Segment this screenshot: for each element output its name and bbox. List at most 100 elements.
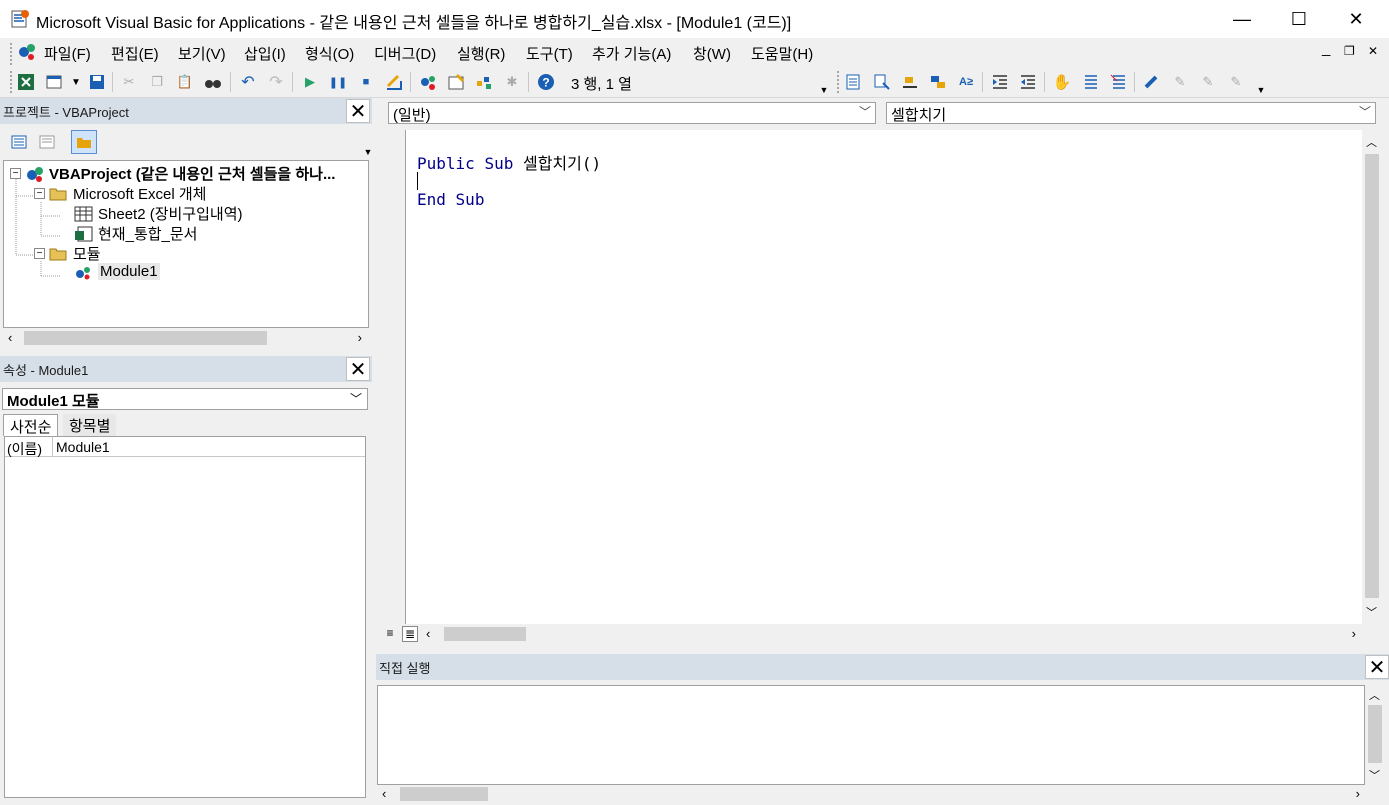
parameter-info-icon[interactable]: [928, 72, 948, 92]
properties-window-icon[interactable]: [446, 72, 466, 92]
scroll-left-icon[interactable]: ‹: [426, 626, 430, 641]
view-code-icon[interactable]: [9, 132, 29, 152]
previous-bookmark-icon[interactable]: ✎: [1198, 72, 1218, 92]
find-icon[interactable]: [203, 72, 223, 92]
toolbar-overflow-icon[interactable]: ▼: [814, 80, 834, 100]
code-editor[interactable]: Public Sub 셀합치기() End Sub: [406, 130, 1362, 624]
save-icon[interactable]: [87, 72, 107, 92]
scroll-up-icon[interactable]: ︿: [1366, 134, 1377, 150]
list-properties-icon[interactable]: [844, 72, 864, 92]
uncomment-block-icon[interactable]: [1108, 72, 1128, 92]
edit-toolbar-grip[interactable]: [836, 70, 840, 94]
edit-toolbar-overflow-icon[interactable]: ▼: [1251, 80, 1271, 100]
tree-item-vbaproject[interactable]: − VBAProject (같은 내용인 근처 셀들을 하나...: [10, 163, 335, 184]
menu-view[interactable]: 보기(V): [178, 43, 226, 64]
scroll-left-icon[interactable]: ‹: [8, 330, 12, 345]
scroll-down-icon[interactable]: ﹀: [1369, 767, 1380, 783]
menu-window[interactable]: 창(W): [693, 43, 731, 64]
procedure-combo[interactable]: 셀합치기 ﹀: [886, 102, 1376, 124]
menu-edit[interactable]: 편집(E): [111, 43, 159, 64]
clear-bookmarks-icon[interactable]: ✎: [1226, 72, 1246, 92]
object-select[interactable]: Module1 모듈 ﹀: [2, 388, 368, 410]
menu-help[interactable]: 도움말(H): [751, 43, 813, 64]
object-browser-icon[interactable]: [474, 72, 494, 92]
view-excel-icon[interactable]: [16, 72, 36, 92]
scroll-down-icon[interactable]: ﹀: [1366, 604, 1377, 620]
help-icon[interactable]: ?: [536, 72, 556, 92]
menu-insert[interactable]: 삽입(I): [244, 43, 286, 64]
next-bookmark-icon[interactable]: ✎: [1170, 72, 1190, 92]
scroll-right-icon[interactable]: ›: [1352, 626, 1356, 641]
properties-close-button[interactable]: ✕: [346, 357, 370, 381]
immediate-vscrollbar[interactable]: ︿ ﹀: [1365, 685, 1385, 785]
tab-categorized[interactable]: 항목별: [63, 414, 117, 436]
toolbar-grip[interactable]: [9, 70, 13, 94]
close-button[interactable]: ✕: [1333, 0, 1379, 38]
collapse-icon[interactable]: −: [34, 248, 45, 259]
code-line-3[interactable]: End Sub: [417, 190, 484, 209]
immediate-hscrollbar[interactable]: ‹ ›: [378, 785, 1366, 803]
toggle-breakpoint-icon[interactable]: ✋: [1052, 72, 1072, 92]
project-close-button[interactable]: ✕: [346, 99, 370, 123]
menu-debug[interactable]: 디버그(D): [374, 43, 436, 64]
comment-block-icon[interactable]: [1080, 72, 1100, 92]
tree-item-workbook[interactable]: 현재_통합_문서: [74, 223, 198, 244]
complete-word-icon[interactable]: A≥: [956, 72, 976, 92]
code-vscrollbar[interactable]: ︿ ﹀: [1362, 130, 1382, 624]
menu-format[interactable]: 형식(O): [305, 43, 354, 64]
scroll-thumb[interactable]: [400, 787, 488, 801]
toggle-bookmark-icon[interactable]: [1142, 72, 1162, 92]
outdent-icon[interactable]: [1018, 72, 1038, 92]
immediate-close-button[interactable]: ✕: [1365, 655, 1389, 679]
menu-run[interactable]: 실행(R): [457, 43, 505, 64]
scroll-thumb[interactable]: [24, 331, 267, 345]
quick-info-icon[interactable]: [900, 72, 920, 92]
design-mode-icon[interactable]: [384, 72, 404, 92]
undo-icon[interactable]: ↶: [238, 72, 258, 92]
tree-item-sheet2[interactable]: Sheet2 (장비구입내역): [74, 203, 243, 224]
menu-addins[interactable]: 추가 기능(A): [592, 43, 671, 64]
break-icon[interactable]: ❚❚: [328, 72, 348, 92]
menu-file[interactable]: 파일(F): [44, 43, 91, 64]
scroll-right-icon[interactable]: ›: [1356, 786, 1360, 801]
procedure-view-icon[interactable]: ≡: [382, 626, 398, 642]
code-hscrollbar[interactable]: ‹ ›: [422, 625, 1362, 643]
copy-icon[interactable]: ❐: [147, 72, 167, 92]
project-toolbar-overflow-icon[interactable]: ▼: [358, 142, 378, 162]
mdi-minimize-button[interactable]: _: [1322, 40, 1330, 57]
paste-icon[interactable]: 📋: [175, 72, 195, 92]
menubar-grip[interactable]: [9, 42, 13, 66]
insert-userform-icon[interactable]: [44, 72, 64, 92]
reset-icon[interactable]: ■: [356, 72, 376, 92]
collapse-icon[interactable]: −: [34, 188, 45, 199]
maximize-button[interactable]: ☐: [1276, 0, 1322, 38]
scroll-thumb[interactable]: [1365, 154, 1379, 598]
scroll-up-icon[interactable]: ︿: [1369, 687, 1380, 703]
property-row[interactable]: (이름) Module1: [5, 437, 365, 457]
tab-alphabetic[interactable]: 사전순: [3, 414, 59, 436]
redo-icon[interactable]: ↷: [266, 72, 286, 92]
minimize-button[interactable]: —: [1219, 0, 1265, 38]
tree-item-excel-objects[interactable]: − Microsoft Excel 개체: [34, 183, 206, 204]
indent-icon[interactable]: [990, 72, 1010, 92]
scroll-left-icon[interactable]: ‹: [382, 786, 386, 801]
object-combo[interactable]: (일반) ﹀: [388, 102, 876, 124]
menu-tools[interactable]: 도구(T): [526, 43, 573, 64]
scroll-right-icon[interactable]: ›: [358, 330, 362, 345]
code-line-1[interactable]: Public Sub 셀합치기(): [417, 150, 601, 174]
immediate-input[interactable]: [377, 685, 1365, 785]
view-object-icon[interactable]: [37, 132, 57, 152]
scroll-thumb[interactable]: [444, 627, 526, 641]
toggle-folders-icon[interactable]: [71, 130, 97, 154]
cut-icon[interactable]: ✂: [119, 72, 139, 92]
dropdown-arrow-icon[interactable]: ▼: [66, 72, 86, 92]
list-constants-icon[interactable]: [872, 72, 892, 92]
toolbox-icon[interactable]: ✱: [502, 72, 522, 92]
run-icon[interactable]: ▶: [300, 72, 320, 92]
full-module-view-icon[interactable]: ≣: [402, 626, 418, 642]
mdi-close-button[interactable]: ✕: [1368, 44, 1378, 58]
project-explorer-icon[interactable]: [418, 72, 438, 92]
project-hscrollbar[interactable]: ‹ ›: [4, 329, 368, 347]
scroll-thumb[interactable]: [1368, 705, 1382, 763]
collapse-icon[interactable]: −: [10, 168, 21, 179]
